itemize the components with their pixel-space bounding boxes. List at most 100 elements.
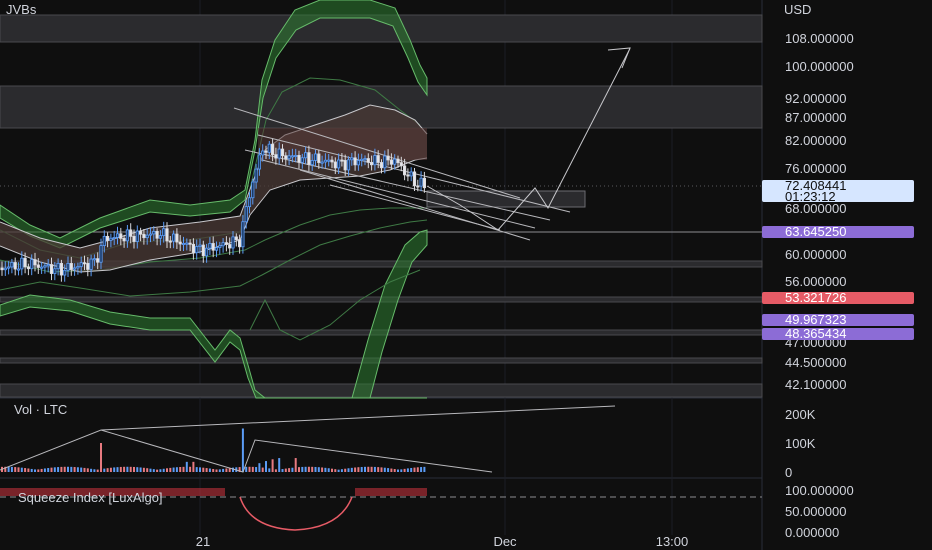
volume-bar xyxy=(406,468,409,472)
volume-bar xyxy=(34,469,36,472)
candle xyxy=(30,259,34,270)
volume-bar xyxy=(76,467,79,472)
candle xyxy=(257,154,262,170)
volume-bar xyxy=(298,467,300,472)
symbol-label: JVBs xyxy=(6,2,37,17)
candle xyxy=(264,150,268,153)
volume-bar xyxy=(179,466,182,472)
volume-bar xyxy=(208,468,211,472)
volume-bar xyxy=(116,467,119,472)
volume-bar xyxy=(261,467,264,472)
candle xyxy=(132,235,136,242)
volume-bar xyxy=(393,469,396,472)
volume-bar xyxy=(222,468,225,472)
candle xyxy=(383,155,387,169)
candle xyxy=(178,241,182,245)
volume-bar xyxy=(149,468,152,472)
candle xyxy=(274,154,278,159)
volume-bar xyxy=(278,458,281,472)
candle xyxy=(115,233,120,238)
volume-bar xyxy=(86,468,89,472)
price-badge-label: 48.365434 xyxy=(785,326,846,341)
volume-bar xyxy=(311,466,314,472)
volume-bar xyxy=(321,467,324,472)
candle xyxy=(247,197,252,208)
volume-bar xyxy=(43,468,46,472)
candle xyxy=(191,243,195,254)
candle xyxy=(416,185,420,188)
candle xyxy=(165,228,169,242)
candle xyxy=(284,155,288,160)
candle xyxy=(300,157,304,163)
candle xyxy=(251,181,255,199)
volume-bar xyxy=(364,466,366,472)
volume-bar xyxy=(373,466,376,472)
candle xyxy=(82,262,87,265)
volume-bar xyxy=(156,469,159,472)
candle xyxy=(340,159,344,162)
candle xyxy=(363,158,367,161)
candle xyxy=(310,160,314,165)
candle xyxy=(231,236,235,249)
volume-bar xyxy=(337,469,340,472)
candle xyxy=(43,265,47,268)
volume-bar xyxy=(50,467,53,472)
price-tick-label: 92.000000 xyxy=(785,91,846,106)
candle xyxy=(79,262,83,267)
candle xyxy=(303,152,308,159)
volume-bar xyxy=(360,466,363,472)
volume-bar xyxy=(314,466,317,472)
volume-bar xyxy=(357,467,360,472)
price-tick-label: 76.000000 xyxy=(785,161,846,176)
candle xyxy=(366,158,370,163)
volume-bar xyxy=(63,466,66,472)
candle xyxy=(23,257,27,268)
volume-bar xyxy=(258,463,261,472)
volume-bar xyxy=(327,468,330,472)
price-tick-label: 56.000000 xyxy=(785,274,846,289)
candle xyxy=(409,171,413,177)
volume-bar xyxy=(53,467,56,472)
candle xyxy=(241,221,245,248)
candle xyxy=(96,258,100,263)
candle xyxy=(16,268,21,271)
volume-bar xyxy=(416,467,419,472)
candle xyxy=(208,243,212,249)
candle xyxy=(109,237,113,241)
candle xyxy=(369,161,374,166)
candle xyxy=(40,266,44,269)
candle xyxy=(129,229,133,237)
volume-bar xyxy=(24,468,27,472)
price-tick-label: 87.000000 xyxy=(785,110,846,125)
candle xyxy=(393,158,397,165)
candle xyxy=(214,247,219,251)
volume-bar xyxy=(380,467,383,472)
volume-bar xyxy=(423,466,426,472)
chart-canvas[interactable]: USD 108.000000 100.000000 92.000000 87.00000… xyxy=(0,0,932,550)
candle xyxy=(211,243,215,251)
price-tick-label: 44.500000 xyxy=(785,355,846,370)
candle xyxy=(26,266,31,270)
volume-bar xyxy=(288,468,291,472)
candle xyxy=(294,155,298,158)
candle xyxy=(280,148,285,157)
candle xyxy=(155,230,159,239)
volume-bar xyxy=(387,468,390,472)
gray-zone xyxy=(0,383,763,398)
price-tick-label: 108.000000 xyxy=(785,31,854,46)
volume-bar xyxy=(169,467,172,472)
candle xyxy=(138,230,143,235)
volume-bar xyxy=(334,469,337,472)
volume-bar xyxy=(255,467,258,472)
volume-bar xyxy=(248,466,251,472)
candle xyxy=(287,155,291,160)
candle xyxy=(106,235,110,241)
volume-bar xyxy=(166,468,168,472)
candle xyxy=(76,266,80,269)
time-tick-label: Dec xyxy=(493,534,517,549)
candle xyxy=(330,159,334,163)
volume-bar xyxy=(14,467,17,472)
chart-container[interactable]: USD 108.000000 100.000000 92.000000 87.00000… xyxy=(0,0,932,550)
candle xyxy=(327,159,331,162)
volume-bar xyxy=(47,468,50,472)
